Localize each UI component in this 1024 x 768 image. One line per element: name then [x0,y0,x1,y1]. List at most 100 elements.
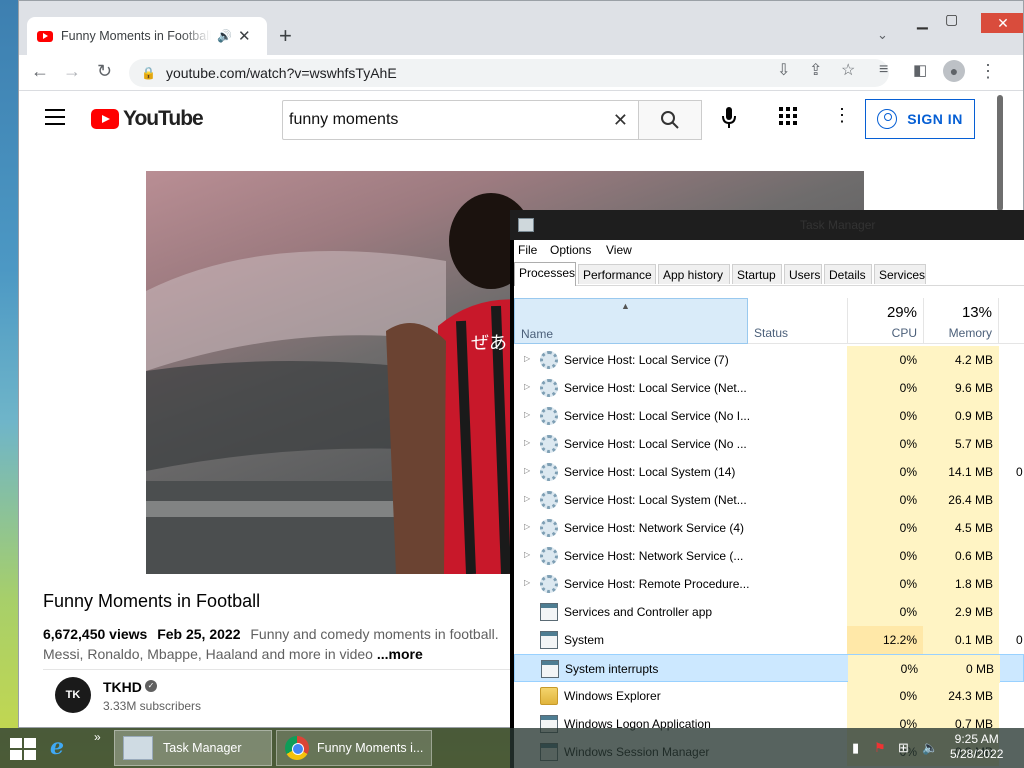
tab-users[interactable]: Users [784,264,822,284]
process-memory: 9.6 MB [923,374,999,402]
url-text[interactable]: youtube.com/watch?v=wswhfsTyAhE [166,65,397,81]
process-row[interactable]: System interrupts 0% 0 MB [514,654,1024,683]
process-row[interactable]: ▷ Service Host: Local System (Net... 0% 26.… [514,486,1024,514]
maximize-button[interactable]: ▢ [945,11,958,28]
internet-explorer-icon[interactable]: e [50,734,64,760]
expand-chevron-icon[interactable]: ▷ [524,522,530,531]
video-description-box[interactable]: 6,672,450 views Feb 25, 2022 Funny and c… [43,624,513,664]
search-query-text[interactable]: funny moments [289,111,613,129]
volume-muted-icon[interactable]: 🔈 [922,740,938,756]
process-row[interactable]: ▷ Service Host: Local Service (No ... 0% 5.… [514,430,1024,458]
sign-in-button[interactable]: SIGN IN [865,99,975,139]
tab-search-chevron-icon[interactable]: ⌄ [877,27,888,43]
tab-processes[interactable]: Processes [514,262,576,286]
bookmark-star-icon[interactable]: ☆ [841,60,855,80]
chrome-menu-icon[interactable]: ⋮ [979,61,997,82]
tab-details[interactable]: Details [824,264,872,284]
expand-chevron-icon[interactable]: ▷ [524,550,530,559]
hamburger-menu-icon[interactable] [45,109,65,130]
task-manager-title: Task Manager [800,218,876,232]
minimize-button[interactable]: ▁ [917,13,928,30]
taskbar-chrome[interactable]: Funny Moments i... [276,730,432,766]
process-name: Service Host: Network Service (4) [564,521,745,535]
column-header-memory[interactable]: 13% Memory [923,298,999,344]
expand-chevron-icon[interactable]: ▷ [524,410,530,419]
process-row[interactable]: Windows Explorer 0% 24.3 MB [514,682,1024,710]
settings-more-icon[interactable]: ⋮ [833,105,851,126]
tab-startup[interactable]: Startup [732,264,782,284]
process-row[interactable]: Services and Controller app 0% 2.9 MB [514,598,1024,626]
window-close-button[interactable]: ✕ [981,13,1023,33]
process-row[interactable]: ▷ Service Host: Network Service (4) 0% 4.5 … [514,514,1024,542]
process-row[interactable]: ▷ Service Host: Network Service (... 0% 0.6… [514,542,1024,570]
page-scrollbar[interactable] [997,95,1003,211]
process-row[interactable]: ▷ Service Host: Local System (14) 0% 14.1 M… [514,458,1024,486]
tab-strip: Funny Moments in Football 🔊 ✕ + ⌄ ▁ ▢ ✕ [19,1,1023,55]
lock-icon[interactable]: 🔒 [141,66,156,80]
quick-launch-more-icon[interactable]: » [94,730,101,744]
expand-chevron-icon[interactable]: ▷ [524,438,530,447]
process-name: Service Host: Local Service (7) [564,353,729,367]
task-manager-icon [123,736,153,760]
app-window-icon [540,631,558,649]
memory-label: Memory [948,326,992,340]
tab-performance[interactable]: Performance [578,264,656,284]
channel-avatar[interactable]: TK [55,677,91,713]
expand-chevron-icon[interactable]: ▷ [524,578,530,587]
tab-services[interactable]: Services [874,264,926,284]
taskbar-task-manager[interactable]: Task Manager [114,730,272,766]
start-windows-icon[interactable] [10,738,38,762]
expand-chevron-icon[interactable]: ▷ [524,494,530,503]
verified-check-icon: ✓ [145,680,157,692]
side-panel-icon[interactable]: ◧ [913,61,927,79]
menu-view[interactable]: View [606,243,632,257]
expand-chevron-icon[interactable]: ▷ [524,466,530,475]
process-row[interactable]: System 12.2% 0.1 MB 0 [514,626,1024,654]
column-header-cpu[interactable]: 29% CPU [847,298,923,344]
system-clock[interactable]: 9:25 AM 5/28/2022 [950,732,1003,762]
column-header-status[interactable]: Status [754,326,788,340]
process-memory: 14.1 MB [923,458,999,486]
show-more-link[interactable]: ...more [377,646,423,662]
voice-search-mic-icon[interactable] [722,107,736,134]
search-icon [661,111,679,129]
search-button[interactable] [638,100,702,140]
column-header-name[interactable]: ▲ Name [514,298,748,344]
process-row[interactable]: ▷ Service Host: Local Service (Net... 0% 9.… [514,374,1024,402]
expand-chevron-icon[interactable]: ▷ [524,382,530,391]
clear-search-icon[interactable]: ✕ [613,110,628,131]
tab-title: Funny Moments in Football [61,29,211,43]
menu-options[interactable]: Options [550,243,591,257]
youtube-logo[interactable]: YouTube [91,107,204,131]
new-tab-button[interactable]: + [279,23,292,49]
tab-app-history[interactable]: App history [658,264,730,284]
install-app-icon[interactable]: ⇩ [777,60,790,80]
flag-warning-icon[interactable]: ⚑ [874,740,886,756]
youtube-logo-text: YouTube [123,107,204,130]
task-manager-app-icon [518,218,534,232]
forward-arrow-icon[interactable]: → [63,61,81,82]
action-center-icon[interactable]: ▮ [852,740,859,756]
back-arrow-icon[interactable]: ← [31,61,49,82]
tab-close-icon[interactable]: ✕ [238,27,251,45]
youtube-apps-grid-icon[interactable] [779,107,797,130]
cpu-total-percent: 29% [886,304,917,321]
task-manager-titlebar[interactable]: Task Manager [510,210,1024,240]
expand-chevron-icon[interactable]: ▷ [524,354,530,363]
channel-name[interactable]: TKHD [103,679,142,695]
process-row[interactable]: ▷ Service Host: Local Service (7) 0% 4.2 MB [514,346,1024,374]
menu-file[interactable]: File [518,243,537,257]
search-input[interactable]: funny moments ✕ [282,100,639,140]
description-line-1: Funny and comedy moments in football. [250,626,499,642]
share-icon[interactable]: ⇪ [809,60,822,80]
network-icon[interactable]: ⊞ [898,740,909,756]
gear-icon [540,575,558,593]
media-controls-icon[interactable]: ≡ [879,61,888,79]
browser-tab[interactable]: Funny Moments in Football 🔊 ✕ [27,17,267,55]
reload-icon[interactable]: ↻ [97,61,112,82]
process-row[interactable]: ▷ Service Host: Remote Procedure... 0% 1.8 … [514,570,1024,598]
audio-playing-icon[interactable]: 🔊 [217,29,232,43]
process-row[interactable]: ▷ Service Host: Local Service (No I... 0% 0… [514,402,1024,430]
address-bar[interactable]: 🔒 youtube.com/watch?v=wswhfsTyAhE [129,59,889,87]
profile-avatar-icon[interactable]: ● [943,60,965,82]
